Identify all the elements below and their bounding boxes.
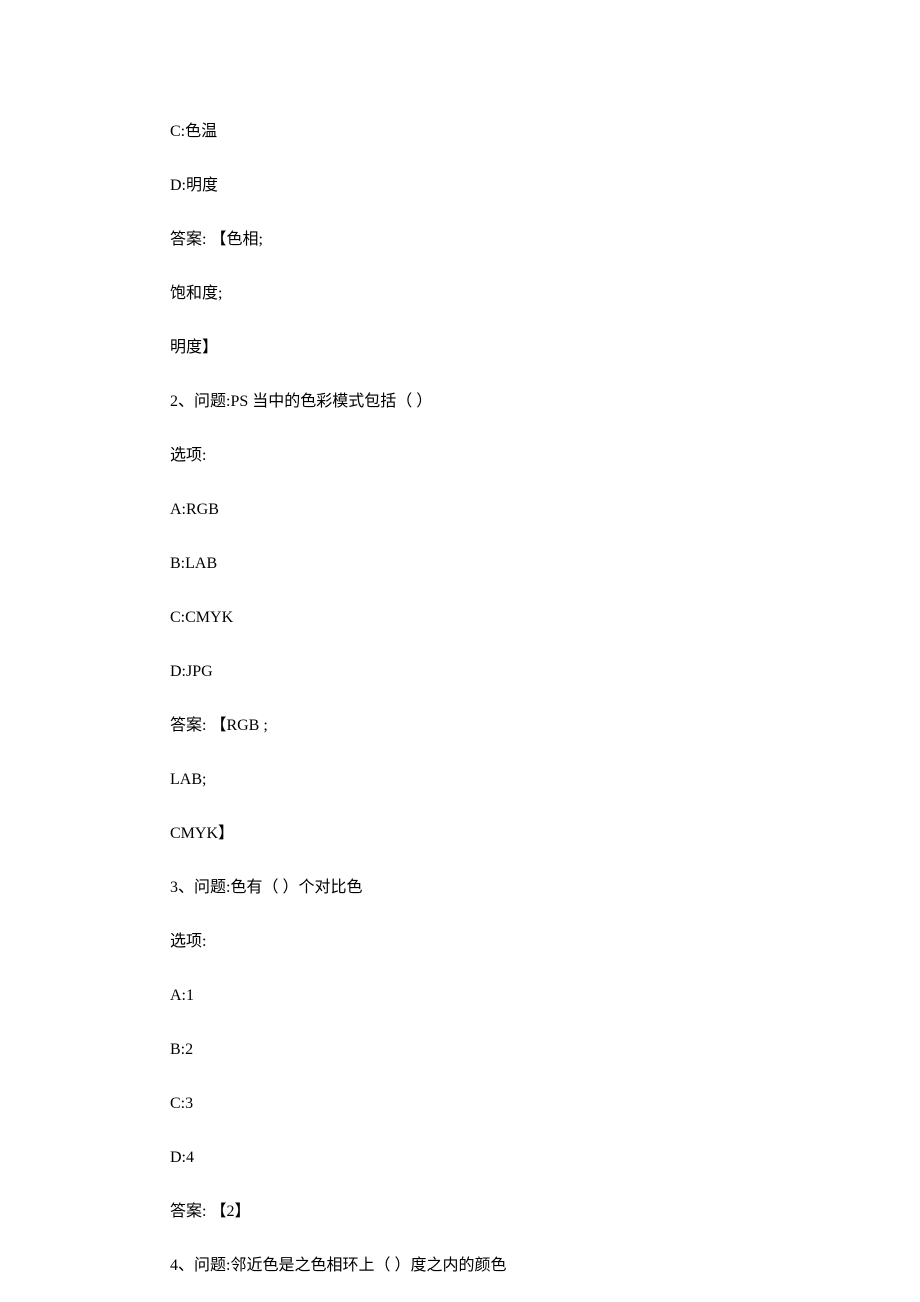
option-d: D:4: [170, 1146, 750, 1170]
answer-part: 饱和度;: [170, 282, 750, 306]
option-c: C:3: [170, 1092, 750, 1116]
option-c: C:CMYK: [170, 606, 750, 630]
option-b: B:2: [170, 1038, 750, 1062]
option-c: C:色温: [170, 120, 750, 144]
answer-label: 答案: 【色相;: [170, 228, 750, 252]
option-a: A:RGB: [170, 498, 750, 522]
answer-part: 明度】: [170, 336, 750, 360]
question-2: 2、问题:PS 当中的色彩模式包括（ ）: [170, 390, 750, 414]
option-d: D:JPG: [170, 660, 750, 684]
option-b: B:LAB: [170, 552, 750, 576]
option-d: D:明度: [170, 174, 750, 198]
question-3: 3、问题:色有（ ）个对比色: [170, 876, 750, 900]
answer-part: CMYK】: [170, 822, 750, 846]
answer-label: 答案: 【RGB ;: [170, 714, 750, 738]
answer-label: 答案: 【2】: [170, 1200, 750, 1224]
options-label: 选项:: [170, 930, 750, 954]
option-a: A:1: [170, 984, 750, 1008]
question-4: 4、问题:邻近色是之色相环上（ ）度之内的颜色: [170, 1254, 750, 1278]
options-label: 选项:: [170, 444, 750, 468]
answer-part: LAB;: [170, 768, 750, 792]
